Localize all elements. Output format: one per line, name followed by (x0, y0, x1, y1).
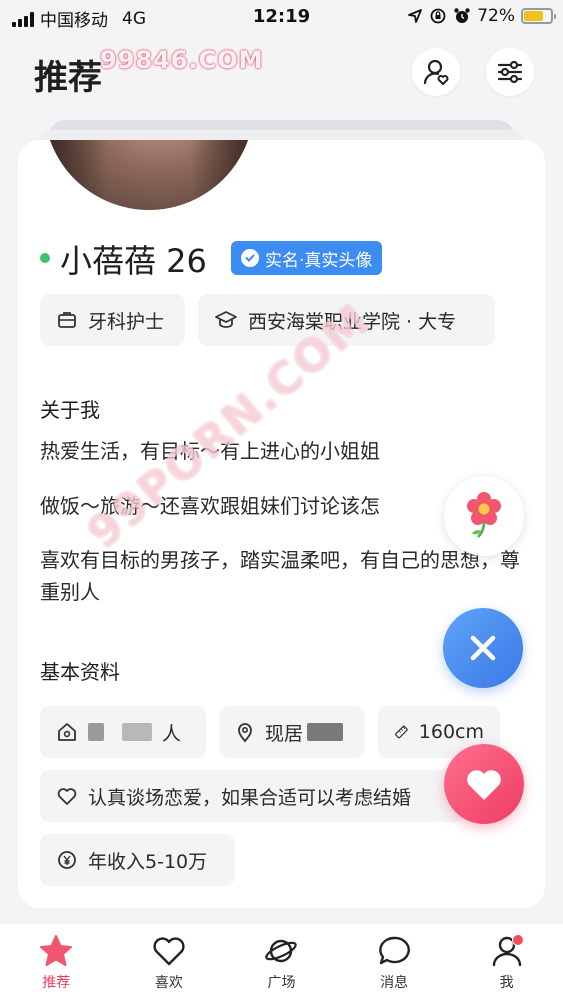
redacted-block (88, 723, 104, 741)
flower-icon (467, 492, 501, 538)
check-badge-icon (241, 249, 259, 267)
rotation-lock-icon (430, 8, 446, 24)
online-status-dot (40, 253, 50, 263)
income-chip: 年收入5-10万 (40, 834, 235, 886)
redacted-block (307, 723, 344, 741)
hometown-suffix: 人 (162, 722, 182, 745)
profile-name-age: 小蓓蓓 26 (60, 242, 207, 280)
tab-square[interactable]: 广场 (225, 924, 338, 1000)
status-bar: 中国移动 4G 12:19 72% (0, 0, 563, 34)
battery-percent: 72% (477, 6, 515, 26)
about-line-1: 热爱生活，有目标～有上进心的小姐姐 (40, 439, 380, 463)
redacted-block (122, 723, 152, 741)
dislike-button[interactable] (443, 608, 523, 688)
send-flower-button[interactable] (444, 476, 524, 556)
tab-likes[interactable]: 喜欢 (113, 924, 226, 1000)
filter-settings-button[interactable] (486, 48, 534, 96)
residence-chip: 现居 (219, 706, 365, 758)
close-icon (470, 635, 496, 661)
income-label: 年收入5-10万 (88, 850, 208, 873)
hometown-chip: 人 (40, 706, 206, 758)
verified-badge: 实名·真实头像 (231, 241, 383, 275)
basic-title: 基本资料 (40, 660, 120, 684)
battery-icon (521, 8, 556, 24)
home-icon (58, 723, 76, 741)
job-chip: 牙科护士 (40, 294, 185, 346)
briefcase-icon (58, 312, 76, 328)
heart-icon (467, 770, 501, 800)
page-title: 推荐 (34, 58, 102, 98)
location-arrow-icon (408, 9, 423, 23)
tab-messages[interactable]: 消息 (338, 924, 451, 1000)
watermark-text: 99846.COM (100, 46, 264, 74)
status-right: 72% (407, 6, 556, 26)
intent-chip: 认真谈场恋爱，如果合适可以考虑结婚 (40, 770, 465, 822)
tab-me[interactable]: 我 (450, 924, 563, 1000)
heart-outline-icon (57, 788, 77, 805)
star-icon (40, 935, 73, 966)
heart-outline-icon (153, 937, 185, 966)
tab-label: 广场 (267, 975, 296, 991)
planet-icon (265, 939, 298, 963)
tab-recommend[interactable]: 推荐 (0, 924, 113, 1000)
residence-label: 现居 (265, 722, 304, 745)
person-heart-icon (423, 59, 449, 85)
chat-bubble-icon (379, 936, 410, 965)
match-filter-button[interactable] (412, 48, 460, 96)
job-label: 牙科护士 (88, 310, 165, 333)
like-button[interactable] (444, 744, 524, 824)
tab-label: 推荐 (42, 975, 71, 991)
profile-photo-overlay (44, 140, 254, 210)
tab-label: 我 (499, 975, 514, 991)
alarm-icon (454, 8, 470, 23)
about-title: 关于我 (40, 398, 100, 422)
verified-badge-label: 实名·真实头像 (265, 250, 373, 271)
ruler-icon (395, 725, 408, 739)
tab-label: 消息 (380, 975, 409, 991)
intent-label: 认真谈场恋爱，如果合适可以考虑结婚 (88, 786, 412, 809)
yuan-coin-icon (58, 851, 76, 869)
location-pin-icon (238, 723, 252, 743)
bottom-tab-bar: 推荐 喜欢 广场 消息 我 (0, 924, 563, 1000)
sliders-icon (497, 60, 523, 84)
height-label: 160cm (418, 721, 484, 743)
tab-label: 喜欢 (154, 975, 183, 991)
graduation-cap-icon (215, 311, 237, 328)
